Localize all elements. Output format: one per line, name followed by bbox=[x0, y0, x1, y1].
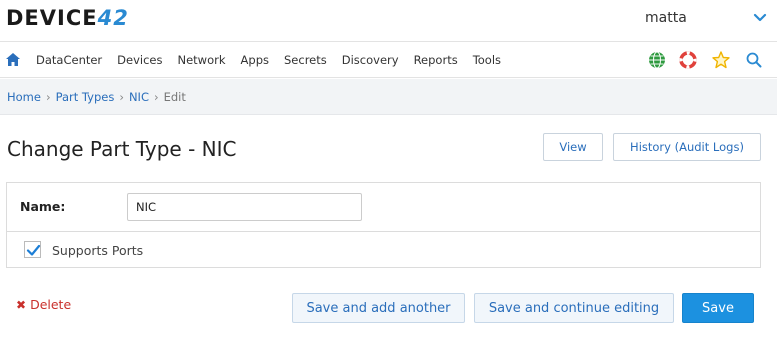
star-icon[interactable] bbox=[712, 51, 730, 69]
supports-ports-checkbox[interactable] bbox=[24, 241, 41, 258]
user-menu-name[interactable]: matta bbox=[645, 10, 687, 26]
logo-number: 42 bbox=[97, 6, 129, 30]
nav-item-network[interactable]: Network bbox=[178, 53, 226, 67]
save-button[interactable]: Save bbox=[682, 293, 754, 323]
page-title: Change Part Type - NIC bbox=[7, 137, 237, 161]
nav-item-datacenter[interactable]: DataCenter bbox=[36, 53, 102, 67]
breadcrumb-home[interactable]: Home bbox=[7, 90, 41, 104]
checkmark-icon bbox=[26, 244, 41, 256]
nav-item-tools[interactable]: Tools bbox=[473, 53, 501, 67]
name-input[interactable] bbox=[127, 193, 362, 221]
search-icon[interactable] bbox=[745, 51, 763, 69]
breadcrumb: Home › Part Types › NIC › Edit bbox=[0, 79, 777, 115]
delete-link[interactable]: ✖ Delete bbox=[16, 297, 71, 312]
breadcrumb-separator: › bbox=[119, 89, 124, 104]
chevron-down-icon[interactable] bbox=[752, 11, 768, 25]
top-header: DEVICE42 matta bbox=[0, 0, 777, 42]
logo-text: DEVICE bbox=[6, 6, 98, 30]
view-button[interactable]: View bbox=[543, 133, 603, 161]
lifebuoy-icon[interactable] bbox=[679, 51, 697, 69]
delete-label: Delete bbox=[30, 297, 72, 312]
save-and-continue-editing-button[interactable]: Save and continue editing bbox=[474, 293, 674, 323]
history-audit-logs-button[interactable]: History (Audit Logs) bbox=[613, 133, 761, 161]
supports-ports-label: Supports Ports bbox=[52, 243, 144, 258]
delete-icon: ✖ bbox=[16, 297, 27, 312]
main-nav: DataCenter Devices Network Apps Secrets … bbox=[0, 42, 777, 78]
nav-item-secrets[interactable]: Secrets bbox=[284, 53, 327, 67]
breadcrumb-separator: › bbox=[45, 89, 51, 104]
globe-icon[interactable] bbox=[648, 51, 666, 69]
breadcrumb-separator: › bbox=[153, 89, 159, 104]
breadcrumb-current: Edit bbox=[163, 89, 186, 104]
name-row: Name: bbox=[7, 183, 760, 232]
name-label: Name: bbox=[20, 199, 66, 214]
nav-item-discovery[interactable]: Discovery bbox=[342, 53, 399, 67]
part-type-form: Name: Supports Ports bbox=[6, 182, 761, 268]
nav-item-devices[interactable]: Devices bbox=[117, 53, 162, 67]
nav-item-reports[interactable]: Reports bbox=[414, 53, 458, 67]
nav-items: DataCenter Devices Network Apps Secrets … bbox=[36, 42, 516, 78]
home-icon[interactable] bbox=[6, 53, 20, 66]
device42-logo[interactable]: DEVICE42 bbox=[6, 6, 129, 30]
breadcrumb-nic[interactable]: NIC bbox=[129, 90, 149, 104]
nav-item-apps[interactable]: Apps bbox=[241, 53, 269, 67]
breadcrumb-part-types[interactable]: Part Types bbox=[56, 90, 115, 104]
save-and-add-another-button[interactable]: Save and add another bbox=[292, 293, 465, 323]
